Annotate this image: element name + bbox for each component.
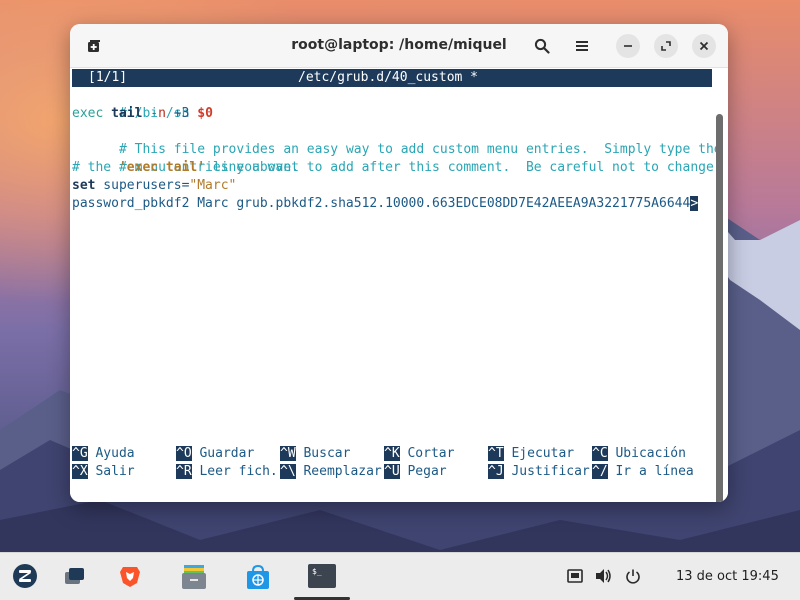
- shortcut-label: Justificar: [503, 464, 590, 479]
- shortcut-item[interactable]: ^K Cortar: [384, 445, 454, 463]
- search-icon: [534, 38, 550, 54]
- code-line-5: # the 'exec tail' line above.: [72, 159, 299, 177]
- shortcut-item[interactable]: ^/ Ir a línea: [592, 463, 694, 481]
- shortcut-label: Cortar: [399, 446, 455, 461]
- menu-button[interactable]: [568, 32, 596, 60]
- shortcut-label: Ir a línea: [607, 464, 694, 479]
- shortcut-item[interactable]: ^G Ayuda: [72, 445, 135, 463]
- shortcut-key: ^O: [176, 446, 192, 461]
- password-line: password_pbkdf2 Marc grub.pbkdf2.sha512.…: [72, 196, 691, 211]
- maximize-button[interactable]: [654, 34, 678, 58]
- shortcut-key: ^T: [488, 446, 504, 461]
- shortcut-item[interactable]: ^J Justificar: [488, 463, 590, 481]
- shortcut-label: Leer fich.: [191, 464, 278, 479]
- shortcut-key: ^W: [280, 446, 296, 461]
- maximize-icon: [661, 41, 671, 51]
- file-manager-button[interactable]: [180, 563, 206, 589]
- buffer-indicator: [1/1]: [88, 70, 128, 85]
- shortcut-key: ^K: [384, 446, 400, 461]
- network-wired-icon: [567, 569, 583, 583]
- terminal-taskbar-button[interactable]: $_: [307, 563, 337, 589]
- shortcut-label: Ayuda: [87, 446, 135, 461]
- shortcut-label: Reemplazar: [295, 464, 382, 479]
- nano-title-bar: [1/1] /etc/grub.d/40_custom *: [72, 69, 712, 87]
- minimize-icon: [624, 45, 632, 47]
- shortcut-key: ^X: [72, 464, 88, 479]
- line-overflow-marker: >: [690, 196, 699, 211]
- code-line-3: # This file provides an easy way to add …: [72, 123, 722, 157]
- shortcut-item[interactable]: ^O Guardar: [176, 445, 254, 463]
- shortcut-key: ^J: [488, 464, 504, 479]
- zorin-menu-button[interactable]: [12, 563, 38, 589]
- volume-tray-button[interactable]: [595, 568, 613, 588]
- network-tray-button[interactable]: [567, 568, 583, 588]
- exec-keyword: exec: [72, 106, 112, 121]
- code-line-6: set superusers="Marc": [72, 177, 236, 195]
- comment-quoted: 'exec tail': [118, 160, 206, 175]
- superusers-assign: superusers=: [95, 178, 190, 193]
- terminal-icon: $_: [308, 564, 336, 588]
- taskbar: $_ 13 de oct 19:45: [0, 552, 800, 600]
- minimize-button[interactable]: [616, 34, 640, 58]
- search-button[interactable]: [528, 32, 556, 60]
- code-line-1: #!/bin/sh: [72, 87, 189, 121]
- hamburger-menu-icon: [576, 41, 588, 51]
- zorin-menu-icon: [13, 564, 37, 588]
- shortcut-item[interactable]: ^U Pegar: [384, 463, 447, 481]
- code-line-7: password_pbkdf2 Marc grub.pbkdf2.sha512.…: [72, 195, 699, 213]
- shortcut-key: ^G: [72, 446, 88, 461]
- svg-text:$_: $_: [312, 567, 322, 576]
- shortcut-key: ^U: [384, 464, 400, 479]
- file-path: /etc/grub.d/40_custom *: [298, 70, 479, 85]
- brave-browser-icon: [120, 567, 140, 587]
- shortcut-item[interactable]: ^C Ubicación: [592, 445, 686, 463]
- shortcut-label: Salir: [87, 464, 135, 479]
- shortcut-item[interactable]: ^\ Reemplazar: [280, 463, 382, 481]
- tail-number: +3: [165, 106, 198, 121]
- shortcut-item[interactable]: ^T Ejecutar: [488, 445, 574, 463]
- close-icon: [699, 41, 709, 51]
- shortcut-key: ^/: [592, 464, 608, 479]
- terminal-content[interactable]: [1/1] /etc/grub.d/40_custom * #!/bin/sh …: [70, 68, 728, 502]
- tail-command: tail: [111, 106, 143, 121]
- software-store-icon: [247, 564, 269, 589]
- tail-flag: -n: [150, 106, 166, 121]
- close-button[interactable]: [692, 34, 716, 58]
- window-titlebar[interactable]: root@laptop: /home/miquel: [70, 24, 728, 68]
- volume-icon: [596, 569, 611, 583]
- code-line-2: exec tail -n +3 $0: [72, 105, 213, 123]
- brave-browser-button[interactable]: [117, 563, 143, 589]
- shortcut-key: ^C: [592, 446, 608, 461]
- shortcut-label: Pegar: [399, 464, 447, 479]
- shortcut-label: Ubicación: [607, 446, 686, 461]
- terminal-window: root@laptop: /home/miquel [1/1] /etc/gru…: [70, 24, 728, 502]
- shortcut-item[interactable]: ^R Leer fich.: [176, 463, 278, 481]
- superusers-value: "Marc": [189, 178, 237, 193]
- power-tray-button[interactable]: [625, 568, 641, 588]
- shortcut-item[interactable]: ^W Buscar: [280, 445, 350, 463]
- shortcut-label: Buscar: [295, 446, 351, 461]
- window-switcher-button[interactable]: [62, 563, 88, 589]
- comment-part: line above.: [205, 160, 299, 175]
- code-line-4: # menu entries you want to add after thi…: [72, 141, 714, 175]
- scrollbar-thumb[interactable]: [716, 114, 723, 502]
- software-store-button[interactable]: [244, 563, 270, 589]
- comment-part: # the: [72, 160, 119, 175]
- shortcut-key: ^\: [280, 464, 296, 479]
- clock[interactable]: 13 de oct 19:45: [676, 569, 779, 584]
- file-manager-icon: [182, 565, 206, 589]
- scrollbar-track[interactable]: [716, 114, 723, 502]
- script-variable: $0: [197, 106, 213, 121]
- shortcut-key: ^R: [176, 464, 192, 479]
- power-icon: [626, 569, 640, 584]
- shortcut-label: Ejecutar: [503, 446, 575, 461]
- set-keyword: set: [72, 178, 96, 193]
- window-switcher-icon: [65, 568, 84, 584]
- shortcut-item[interactable]: ^X Salir: [72, 463, 135, 481]
- shortcut-label: Guardar: [191, 446, 255, 461]
